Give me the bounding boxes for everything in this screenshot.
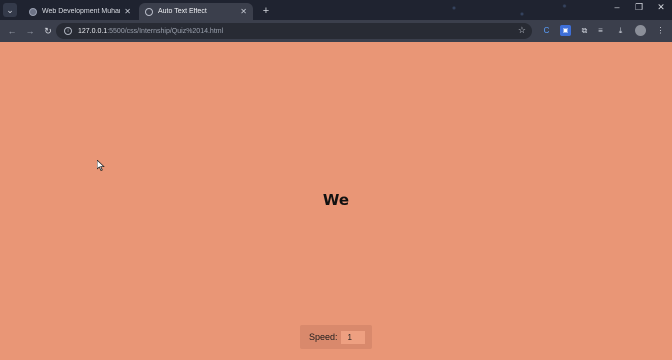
- auto-text-word: We: [322, 191, 350, 209]
- profile-avatar-icon[interactable]: [635, 25, 646, 36]
- back-arrow-icon[interactable]: ←: [6, 25, 18, 37]
- extensions-puzzle-icon[interactable]: ⧉: [579, 25, 590, 36]
- close-window-button[interactable]: ✕: [656, 2, 666, 13]
- tab-web-development[interactable]: Web Development Muhammad ✕: [23, 3, 137, 20]
- tab-strip: ⌄ Web Development Muhammad ✕ Auto Text E…: [0, 0, 672, 20]
- bookmark-star-icon[interactable]: ☆: [518, 25, 526, 36]
- media-control-icon[interactable]: ≡: [595, 25, 606, 36]
- download-icon[interactable]: ⤓: [615, 25, 626, 36]
- tab-close-icon[interactable]: ✕: [240, 7, 247, 16]
- minimize-button[interactable]: –: [612, 2, 622, 13]
- address-bar[interactable]: i 127.0.0.1:5500/css/Internship/Quiz%201…: [56, 23, 532, 39]
- maximize-button[interactable]: ❐: [634, 2, 644, 13]
- tab-auto-text-effect[interactable]: Auto Text Effect ✕: [139, 3, 253, 20]
- menu-kebab-icon[interactable]: ⋮: [655, 25, 666, 36]
- speed-input[interactable]: [340, 330, 365, 344]
- speed-label: Speed:: [309, 332, 338, 342]
- speed-control: Speed:: [300, 325, 372, 349]
- tab-search-icon[interactable]: ⌄: [3, 3, 17, 17]
- tab-favicon-icon: [29, 7, 37, 16]
- tab-title: Web Development Muhammad: [42, 8, 120, 15]
- new-tab-button[interactable]: +: [259, 4, 273, 18]
- url-path: :5500/css/Internship/Quiz%2014.html: [107, 27, 224, 35]
- reload-icon[interactable]: ↻: [42, 25, 54, 37]
- site-info-icon[interactable]: i: [64, 27, 72, 35]
- tab-favicon-icon: [145, 7, 153, 16]
- tab-close-icon[interactable]: ✕: [124, 7, 131, 16]
- tabstrip-background-decoration: [420, 0, 590, 20]
- extension-c-icon[interactable]: C: [541, 25, 552, 36]
- url-host: 127.0.0.1: [78, 27, 108, 35]
- extension-icons: C ▣ ⧉: [541, 25, 590, 36]
- extension-screen-icon[interactable]: ▣: [560, 25, 571, 36]
- window-controls: – ❐ ✕: [612, 2, 666, 13]
- browser-toolbar: ← → ↻ i 127.0.0.1:5500/css/Internship/Qu…: [0, 20, 672, 42]
- forward-arrow-icon[interactable]: →: [24, 25, 36, 37]
- toolbar-right-icons: ≡ ⤓ ⋮: [595, 25, 666, 36]
- tab-title: Auto Text Effect: [158, 8, 207, 15]
